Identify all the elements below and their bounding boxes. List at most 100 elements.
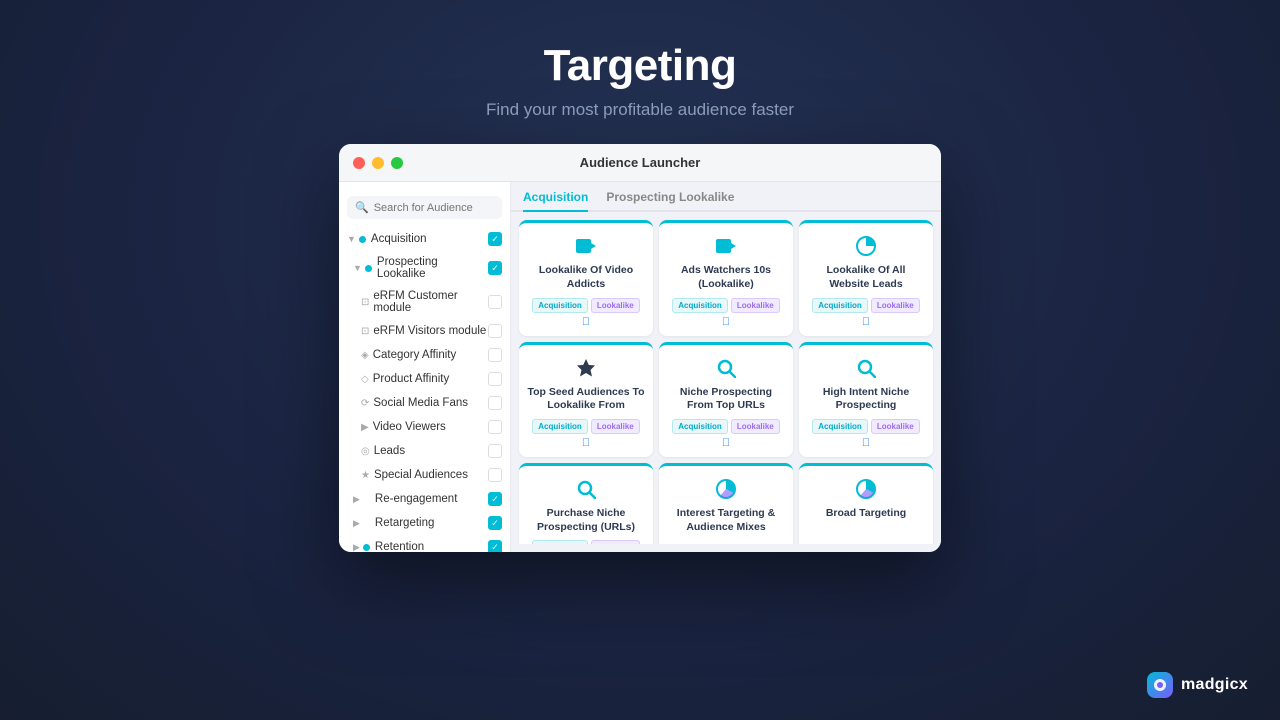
card-niche-prospecting-urls[interactable]: Niche Prospecting From Top URLs Acquisit…: [659, 342, 793, 457]
sidebar-item-label: Re-engagement: [375, 493, 488, 505]
search-input[interactable]: [374, 202, 494, 214]
acquisition-checkbox[interactable]: ✓: [488, 232, 502, 246]
sidebar-item-re-engagement[interactable]: ▶ Re-engagement ✓: [339, 487, 510, 511]
card-footer: Acquisition Lookalike : [807, 419, 925, 449]
card-title: Top Seed Audiences To Lookalike From: [527, 386, 645, 413]
retargeting-checkbox[interactable]: ✓: [488, 516, 502, 530]
leads-checkbox[interactable]: [488, 444, 502, 458]
close-button[interactable]: [353, 157, 365, 169]
brand-name: madgicx: [1181, 676, 1248, 694]
sidebar-item-acquisition[interactable]: ▼ Acquisition ✓: [339, 227, 510, 251]
card-footer: Acquisition Lookalike : [667, 298, 785, 328]
sidebar-item-special-audiences[interactable]: ★ Special Audiences: [339, 463, 510, 487]
video-icon: ▶: [361, 422, 369, 433]
card-top-seed[interactable]: Top Seed Audiences To Lookalike From Acq…: [519, 342, 653, 457]
facebook-icon: : [862, 437, 870, 449]
maximize-button[interactable]: [391, 157, 403, 169]
special-checkbox[interactable]: [488, 468, 502, 482]
search-icon: [716, 355, 736, 381]
module-icon: ⊡: [361, 326, 369, 337]
category-icon: ◈: [361, 350, 369, 361]
card-title: Broad Targeting: [826, 507, 906, 544]
video-checkbox[interactable]: [488, 420, 502, 434]
sidebar-item-erfm-customer[interactable]: ⊡ eRFM Customer module: [339, 285, 510, 319]
prospecting-checkbox[interactable]: ✓: [488, 261, 502, 275]
facebook-icon: : [722, 316, 730, 328]
tag-acquisition: Acquisition: [532, 540, 588, 544]
chevron-right-icon: ▶: [353, 494, 360, 505]
card-ads-watchers[interactable]: Ads Watchers 10s (Lookalike) Acquisition…: [659, 220, 793, 335]
search-icon: [856, 355, 876, 381]
card-title: High Intent Niche Prospecting: [807, 386, 925, 413]
tag-lookalike: Lookalike: [731, 419, 780, 434]
card-high-intent-niche[interactable]: High Intent Niche Prospecting Acquisitio…: [799, 342, 933, 457]
category-checkbox[interactable]: [488, 348, 502, 362]
card-broad-targeting[interactable]: Broad Targeting Acquisition ▲ : [799, 463, 933, 544]
page-title: Targeting: [486, 42, 794, 90]
card-title: Niche Prospecting From Top URLs: [667, 386, 785, 413]
tag-lookalike: Lookalike: [731, 298, 780, 313]
search-icon: [576, 476, 596, 502]
main-content: Acquisition Prospecting Lookalike Lookal…: [511, 182, 941, 552]
pie-icon: [855, 476, 877, 502]
video-icon: [575, 233, 597, 259]
tab-acquisition[interactable]: Acquisition: [523, 190, 588, 212]
card-lookalike-video[interactable]: Lookalike Of Video Addicts Acquisition L…: [519, 220, 653, 335]
facebook-icon: : [862, 316, 870, 328]
facebook-icon: : [582, 316, 590, 328]
sidebar-item-label: Retention: [375, 541, 488, 552]
sidebar-item-label: Prospecting Lookalike: [377, 256, 488, 280]
tabs-bar: Acquisition Prospecting Lookalike: [511, 182, 941, 212]
sidebar-item-retention[interactable]: ▶ Retention ✓: [339, 535, 510, 552]
page-header: Targeting Find your most profitable audi…: [486, 0, 794, 138]
card-interest-targeting[interactable]: Interest Targeting & Audience Mixes Acqu…: [659, 463, 793, 544]
sidebar-item-leads[interactable]: ◎ Leads: [339, 439, 510, 463]
sidebar-item-product-affinity[interactable]: ◇ Product Affinity: [339, 367, 510, 391]
dot-indicator: [359, 236, 366, 243]
social-checkbox[interactable]: [488, 396, 502, 410]
sidebar-item-label: Product Affinity: [373, 373, 488, 385]
chevron-down-icon: ▼: [347, 234, 356, 244]
sidebar-item-category-affinity[interactable]: ◈ Category Affinity: [339, 343, 510, 367]
star-icon: [575, 355, 597, 381]
card-purchase-niche[interactable]: Purchase Niche Prospecting (URLs) Acquis…: [519, 463, 653, 544]
sidebar-item-label: Video Viewers: [373, 421, 488, 433]
sidebar-item-label: Leads: [374, 445, 488, 457]
card-footer: Acquisition Lookalike : [807, 298, 925, 328]
sidebar-item-label: Acquisition: [371, 233, 488, 245]
sidebar: 🔍 ▼ Acquisition ✓ ▼ Prospecting Lookalik…: [339, 182, 511, 552]
re-engagement-checkbox[interactable]: ✓: [488, 492, 502, 506]
tag-acquisition: Acquisition: [812, 298, 868, 313]
sidebar-item-erfm-visitors[interactable]: ⊡ eRFM Visitors module: [339, 319, 510, 343]
tag-lookalike: Lookalike: [591, 540, 640, 544]
sidebar-item-social-media-fans[interactable]: ⟳ Social Media Fans: [339, 391, 510, 415]
facebook-icon: : [722, 437, 730, 449]
window-titlebar: Audience Launcher: [339, 144, 941, 182]
chart-icon: [855, 233, 877, 259]
card-lookalike-website[interactable]: Lookalike Of All Website Leads Acquisiti…: [799, 220, 933, 335]
sidebar-item-retargeting[interactable]: ▶ Retargeting ✓: [339, 511, 510, 535]
sidebar-item-label: Social Media Fans: [373, 397, 488, 409]
tag-acquisition: Acquisition: [672, 298, 728, 313]
retention-checkbox[interactable]: ✓: [488, 540, 502, 552]
product-checkbox[interactable]: [488, 372, 502, 386]
card-footer: Acquisition Lookalike : [667, 419, 785, 449]
erfm-customer-checkbox[interactable]: [488, 295, 502, 309]
cards-grid: Lookalike Of Video Addicts Acquisition L…: [511, 212, 941, 544]
search-box[interactable]: 🔍: [347, 196, 502, 219]
erfm-visitors-checkbox[interactable]: [488, 324, 502, 338]
pie-icon: [715, 476, 737, 502]
sidebar-item-prospecting-lookalike[interactable]: ▼ Prospecting Lookalike ✓: [339, 251, 510, 285]
sidebar-item-label: eRFM Visitors module: [373, 325, 488, 337]
sidebar-item-video-viewers[interactable]: ▶ Video Viewers: [339, 415, 510, 439]
tag-acquisition: Acquisition: [532, 298, 588, 313]
minimize-button[interactable]: [372, 157, 384, 169]
tag-lookalike: Lookalike: [591, 298, 640, 313]
sidebar-item-label: Special Audiences: [374, 469, 488, 481]
card-title: Purchase Niche Prospecting (URLs): [527, 507, 645, 534]
window-title: Audience Launcher: [580, 155, 701, 170]
sidebar-item-label: eRFM Customer module: [373, 290, 488, 314]
tab-prospecting-lookalike[interactable]: Prospecting Lookalike: [606, 190, 734, 212]
facebook-icon: : [582, 437, 590, 449]
chevron-right-icon: ▶: [353, 542, 360, 553]
